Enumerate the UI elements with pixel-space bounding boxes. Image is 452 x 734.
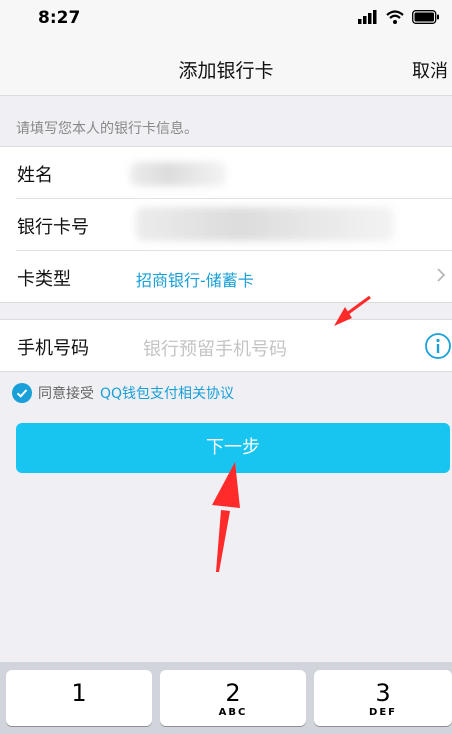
phone-row: 手机号码 银行预留手机号码 [0, 320, 452, 372]
card-type-label: 卡类型 [17, 269, 71, 290]
info-icon[interactable] [424, 332, 452, 360]
page-title: 添加银行卡 [178, 60, 274, 82]
key-number: 1 [71, 679, 87, 707]
key-number: 2 [225, 679, 241, 707]
cancel-button[interactable]: 取消 [412, 57, 448, 83]
card-number-value-redacted [136, 207, 394, 241]
keyboard-key-2[interactable]: 2 ABC [160, 670, 306, 726]
status-time: 8:27 [38, 8, 81, 28]
name-value-redacted [130, 162, 226, 186]
key-letters: DEF [369, 707, 397, 718]
card-info-group: 姓名 银行卡号 卡类型 招商银行-储蓄卡 [0, 146, 452, 303]
key-number: 3 [375, 679, 391, 707]
next-step-button[interactable]: 下一步 [16, 423, 450, 473]
name-row[interactable]: 姓名 [0, 147, 452, 199]
checkbox-checked-icon[interactable] [12, 383, 32, 403]
agreement-prefix: 同意接受 [38, 386, 94, 402]
card-type-value: 招商银行-储蓄卡 [136, 271, 254, 290]
chevron-right-icon [437, 268, 446, 282]
status-icons [358, 10, 440, 24]
phone-label: 手机号码 [17, 338, 89, 359]
agreement-link[interactable]: QQ钱包支付相关协议 [100, 383, 234, 403]
card-number-label: 银行卡号 [17, 217, 89, 238]
red-arrow-icon [212, 462, 240, 572]
nav-bar: 添加银行卡 取消 [0, 40, 452, 96]
key-letters: ABC [218, 707, 248, 718]
wifi-icon [386, 10, 404, 24]
numeric-keyboard: 1 2 ABC 3 DEF [0, 662, 452, 734]
form-hint: 请填写您本人的银行卡信息。 [16, 121, 198, 137]
cellular-signal-icon [358, 10, 377, 24]
phone-group: 手机号码 银行预留手机号码 [0, 319, 452, 372]
status-bar: 8:27 [0, 0, 452, 40]
keyboard-key-3[interactable]: 3 DEF [314, 670, 452, 726]
battery-icon [412, 10, 439, 24]
card-number-row[interactable]: 银行卡号 [0, 199, 452, 251]
phone-input[interactable]: 银行预留手机号码 [143, 335, 287, 361]
name-label: 姓名 [17, 165, 53, 186]
agreement-row: 同意接受 QQ钱包支付相关协议 [12, 382, 234, 404]
keyboard-key-1[interactable]: 1 [6, 670, 152, 726]
card-type-row[interactable]: 卡类型 招商银行-储蓄卡 [0, 251, 452, 303]
